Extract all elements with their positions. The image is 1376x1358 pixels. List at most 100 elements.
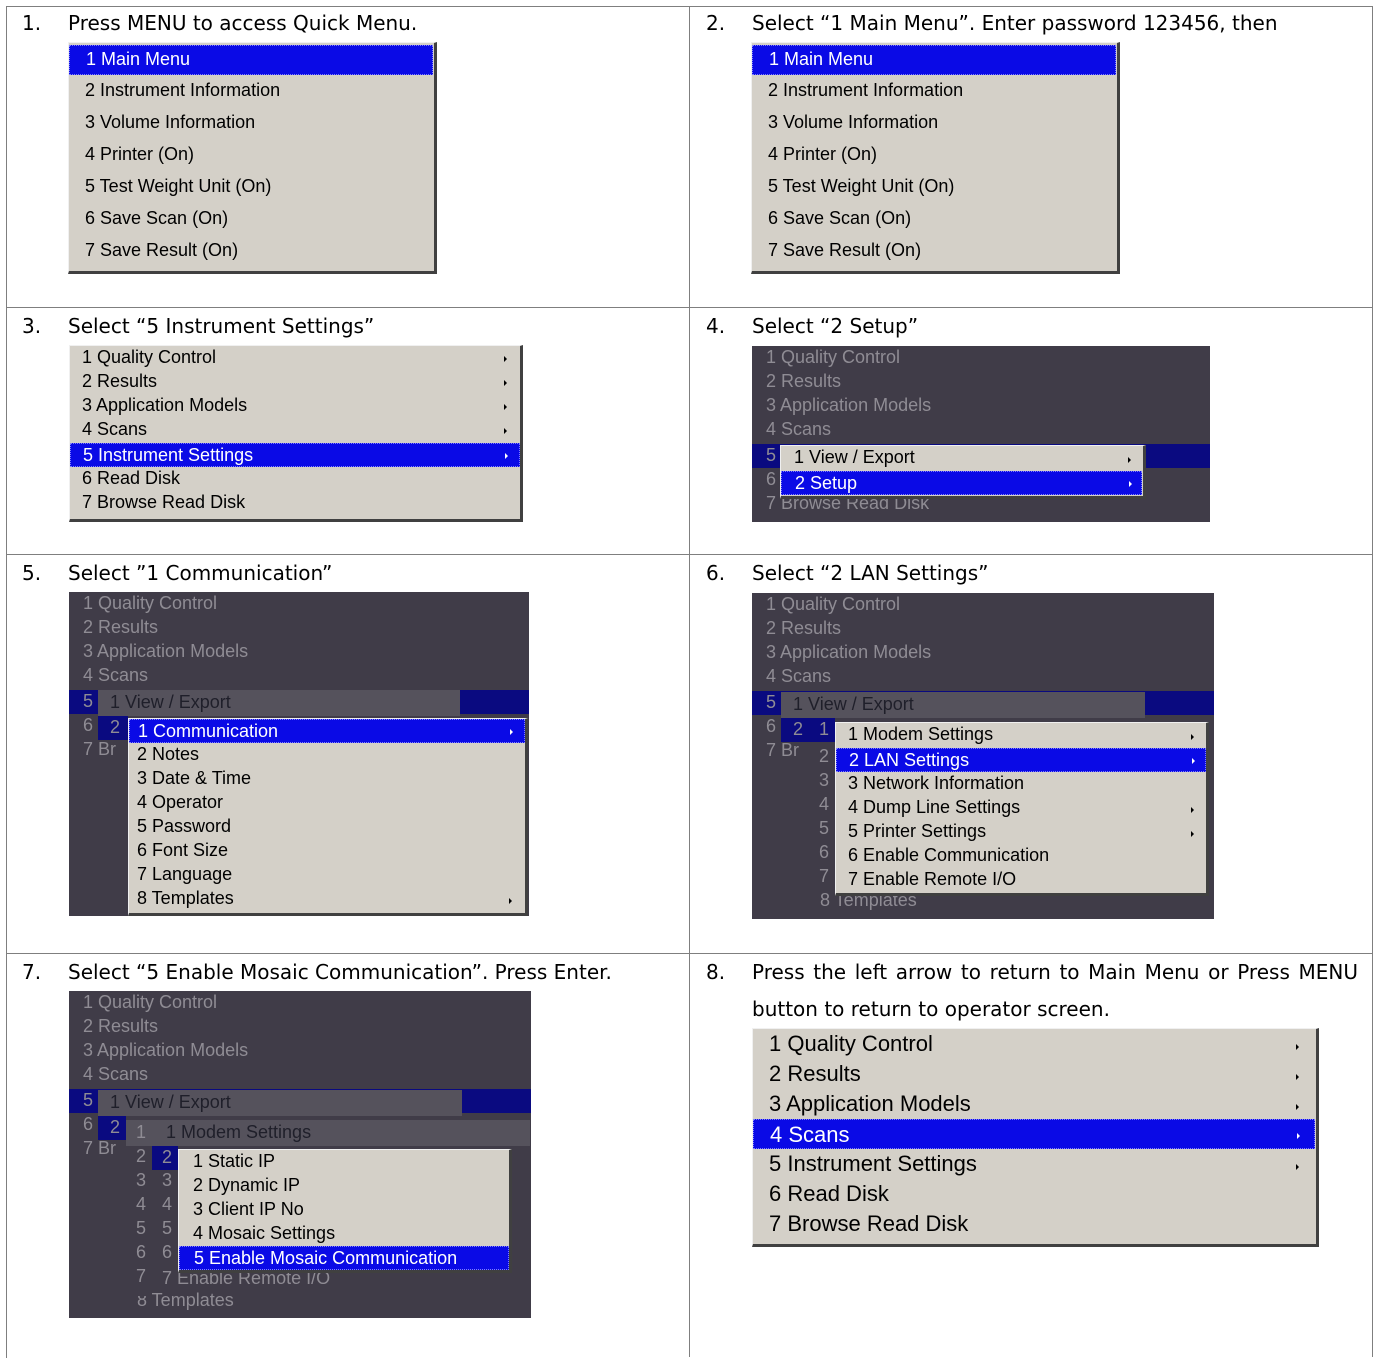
step-2-text: Select “1 Main Menu”. Enter password 123… xyxy=(752,11,1278,35)
main-menu-item[interactable]: 5 Instrument Settings xyxy=(70,443,520,467)
submenu-arrow-icon xyxy=(1296,1164,1299,1170)
quick-menu-item[interactable]: 4 Printer (On) xyxy=(752,141,1117,171)
main-menu-item[interactable]: 2 Results xyxy=(753,1059,1316,1089)
setup-menu-item[interactable]: 6 Font Size xyxy=(129,839,525,863)
submenu-arrow-icon xyxy=(1129,481,1132,487)
settings-submenu-dimmed-step7: 1 View / Export xyxy=(98,1090,462,1116)
setup-menu-item[interactable]: 1 Communication xyxy=(129,719,525,743)
main-menu-item[interactable]: 7 Browse Read Disk xyxy=(70,491,520,515)
communication-submenu-step6: 1 Modem Settings 2 LAN Settings 3 Networ… xyxy=(835,722,1209,896)
communication-menu-item[interactable]: 5 Printer Settings xyxy=(836,820,1206,844)
submenu-arrow-icon xyxy=(1296,1074,1299,1080)
communication-menu-item[interactable]: 2 LAN Settings xyxy=(836,748,1206,772)
quick-menu-item[interactable]: 3 Volume Information xyxy=(752,109,1117,139)
quick-menu-item[interactable]: 4 Printer (On) xyxy=(69,141,434,171)
main-menu-item[interactable]: 6 Read Disk xyxy=(753,1179,1316,1209)
setup-menu-item[interactable]: 4 Operator xyxy=(129,791,525,815)
column-divider xyxy=(689,6,690,1357)
main-menu-item: 1 Quality Control xyxy=(766,594,901,614)
step-1-number: 1. xyxy=(22,11,42,35)
setup-selected-dimmed: 2 xyxy=(98,716,128,740)
main-menu-item: 4 Scans xyxy=(766,666,832,686)
main-menu-item[interactable]: 4 Scans xyxy=(70,418,520,442)
main-menu-item[interactable]: 1 Quality Control xyxy=(70,346,520,370)
setup-menu-item[interactable]: 2 Notes xyxy=(129,743,525,767)
communication-menu-item[interactable]: 1 Modem Settings xyxy=(836,723,1206,747)
main-menu-item[interactable]: 3 Application Models xyxy=(70,394,520,418)
quick-menu-item[interactable]: 1 Main Menu xyxy=(69,45,433,75)
main-menu-step8: 1 Quality Control 2 Results 3 Applicatio… xyxy=(752,1028,1319,1247)
main-menu-item[interactable]: 1 Quality Control xyxy=(753,1029,1316,1059)
lan-menu-item[interactable]: 5 Enable Mosaic Communication xyxy=(179,1246,509,1270)
submenu-arrow-icon xyxy=(1191,807,1194,813)
quick-menu-item[interactable]: 5 Test Weight Unit (On) xyxy=(69,173,434,203)
quick-menu-item[interactable]: 7 Save Result (On) xyxy=(69,237,434,267)
step-5-text: Select ”1 Communication” xyxy=(68,561,333,585)
submenu-arrow-icon xyxy=(1296,1044,1299,1050)
settings-submenu-dimmed-step6: 1 View / Export xyxy=(781,692,1145,718)
quick-menu-item[interactable]: 1 Main Menu xyxy=(752,45,1116,75)
main-menu-item: 4 Scans xyxy=(83,1064,149,1084)
main-menu-item: 2 Results xyxy=(83,617,159,637)
setup-submenu-step5: 1 Communication 2 Notes 3 Date & Time 4 … xyxy=(128,718,528,916)
main-menu-item[interactable]: 6 Read Disk xyxy=(70,467,520,491)
main-menu-item: 3 Application Models xyxy=(766,395,932,415)
submenu-arrow-icon xyxy=(1296,1104,1299,1110)
setup-menu-item[interactable]: 3 Date & Time xyxy=(129,767,525,791)
main-menu-item[interactable]: 4 Scans xyxy=(753,1119,1315,1149)
setup-menu-item[interactable]: 8 Templates xyxy=(129,887,525,911)
main-menu-item: 3 Application Models xyxy=(83,641,249,661)
submenu-arrow-icon xyxy=(1191,734,1194,740)
main-menu-item: 3 Application Models xyxy=(83,1040,249,1060)
lan-menu-item[interactable]: 2 Dynamic IP xyxy=(179,1174,509,1198)
step-3-text: Select “5 Instrument Settings” xyxy=(68,314,375,338)
quick-menu-item[interactable]: 5 Test Weight Unit (On) xyxy=(752,173,1117,203)
settings-submenu-dimmed-step5: 1 View / Export xyxy=(98,690,460,716)
main-menu-item: 2 Results xyxy=(766,371,842,391)
communication-menu-item[interactable]: 6 Enable Communication xyxy=(836,844,1206,868)
step-5-number: 5. xyxy=(22,561,42,585)
step-4-number: 4. xyxy=(706,314,726,338)
setup-selected-dimmed: 2 xyxy=(781,718,809,742)
quick-menu-step2: 1 Main Menu 2 Instrument Information 3 V… xyxy=(751,42,1120,274)
step-7-number: 7. xyxy=(22,960,42,984)
lan-menu-item[interactable]: 4 Mosaic Settings xyxy=(179,1222,509,1246)
main-menu-item[interactable]: 7 Browse Read Disk xyxy=(753,1209,1316,1239)
communication-menu-item[interactable]: 3 Network Information xyxy=(836,772,1206,796)
main-menu-item: 2 Results xyxy=(766,618,842,638)
main-menu-step3: 1 Quality Control 2 Results 3 Applicatio… xyxy=(69,345,523,522)
submenu-arrow-icon xyxy=(1297,1133,1300,1139)
communication-menu-item[interactable]: 7 Enable Remote I/O xyxy=(836,868,1206,892)
lan-menu-item[interactable]: 1 Static IP xyxy=(179,1150,509,1174)
quick-menu-item[interactable]: 3 Volume Information xyxy=(69,109,434,139)
main-menu-item: 1 Quality Control xyxy=(83,593,218,613)
quick-menu-item[interactable]: 2 Instrument Information xyxy=(752,77,1117,107)
settings-menu-item[interactable]: 2 Setup xyxy=(781,471,1142,495)
step-6-number: 6. xyxy=(706,561,726,585)
communication-menu-numbers-dimmed: 3 4 5 6 xyxy=(152,1170,178,1280)
quick-menu-item[interactable]: 7 Save Result (On) xyxy=(752,237,1117,267)
setup-menu-item[interactable]: 7 Language xyxy=(129,863,525,887)
step-1-text: Press MENU to access Quick Menu. xyxy=(68,11,418,35)
quick-menu-item[interactable]: 6 Save Scan (On) xyxy=(752,205,1117,235)
lan-menu-item[interactable]: 3 Client IP No xyxy=(179,1198,509,1222)
step-8-text: Press the left arrow to return to Main M… xyxy=(752,960,1358,1021)
quick-menu-item[interactable]: 2 Instrument Information xyxy=(69,77,434,107)
step-8-number: 8. xyxy=(706,960,726,984)
setup-selected-dimmed: 2 xyxy=(98,1116,126,1140)
settings-submenu-step4: 1 View / Export 2 Setup xyxy=(780,445,1146,499)
main-menu-item[interactable]: 3 Application Models xyxy=(753,1089,1316,1119)
main-menu-item: 1 Quality Control xyxy=(83,992,218,1012)
main-menu-item[interactable]: 5 Instrument Settings xyxy=(753,1149,1316,1179)
right-border xyxy=(1372,6,1373,1357)
step-7-text: Select “5 Enable Mosaic Communication”. … xyxy=(68,960,612,984)
step-3-number: 3. xyxy=(22,314,42,338)
quick-menu-item[interactable]: 6 Save Scan (On) xyxy=(69,205,434,235)
settings-menu-item[interactable]: 1 View / Export xyxy=(781,446,1143,471)
submenu-arrow-icon xyxy=(1128,457,1131,463)
setup-menu-item[interactable]: 5 Password xyxy=(129,815,525,839)
main-menu-item[interactable]: 2 Results xyxy=(70,370,520,394)
main-menu-item: 3 Application Models xyxy=(766,642,932,662)
communication-menu-item[interactable]: 4 Dump Line Settings xyxy=(836,796,1206,820)
step-2-number: 2. xyxy=(706,11,726,35)
